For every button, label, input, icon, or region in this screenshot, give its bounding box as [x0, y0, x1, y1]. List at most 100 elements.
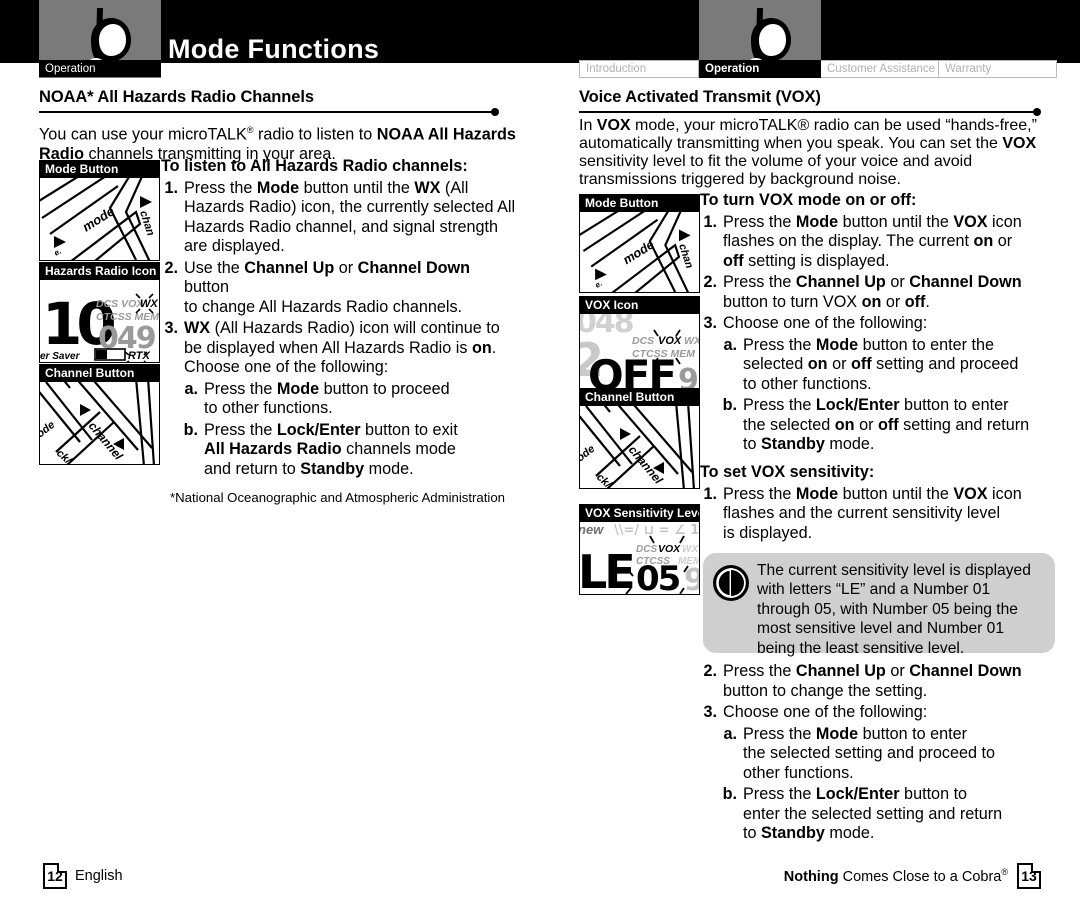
page-number-left: 12: [43, 863, 67, 889]
step-marker: b.: [722, 396, 737, 414]
step-text: Press the Mode button to enter the select…: [743, 724, 995, 782]
right-steps-group-2: 1. Press the Mode button until the VOX ic…: [700, 485, 1055, 544]
svg-text:new: new: [580, 522, 604, 537]
step-marker: 3.: [164, 319, 178, 337]
tagline-bold: Nothing: [783, 868, 839, 885]
footer-left: 12 English: [43, 863, 123, 889]
right-substeps-group-1: a. Press the Mode button to enter the sele…: [700, 336, 1055, 455]
left-instructions-block: To listen to All Hazards Radio channels:…: [161, 157, 518, 479]
page-title: Mode Functions: [168, 34, 380, 64]
step-text: Press the Mode button until the VOX icon…: [723, 212, 1022, 270]
right-subhead-1: To turn VOX mode on or off:: [700, 191, 917, 209]
step-text: Press the Lock/Enter button to enter the …: [743, 785, 1003, 842]
step-marker: 2.: [164, 258, 178, 277]
lcd-wx: WX: [140, 298, 158, 310]
step-item: a. Press the Mode button to proceed to oth…: [183, 380, 518, 419]
section-tab-operation-left[interactable]: Operation: [39, 60, 161, 77]
right-steps-group-1: 1. Press the Mode button until the VOX ic…: [700, 213, 1055, 334]
note-callout: The current sensitivity level is display…: [703, 553, 1055, 657]
figure-art-mode-button: mode chan e.: [580, 212, 699, 292]
section-tabs: Introduction Operation Customer Assistan…: [579, 60, 1057, 78]
manual-page-spread: Mode Functions Operation Introduction Op…: [0, 0, 1080, 913]
intro-text-2: radio to listen to: [253, 125, 377, 144]
left-lettered-substeps: a. Press the Mode button to proceed to oth…: [161, 380, 518, 480]
right-vox-onoff-block: To turn VOX mode on or off: 1. Press the …: [700, 191, 1055, 455]
step-item: a. Press the Mode button to enter the sele…: [722, 336, 1055, 395]
lcd-row1: DCS: [632, 335, 654, 347]
step-text: Press the Mode button to enter the select…: [743, 335, 1019, 393]
footer-language: English: [75, 868, 123, 884]
lcd-vox: VOX: [658, 335, 682, 347]
step-marker: 1.: [703, 484, 717, 503]
page-footer: 12 English Nothing Comes Close to a Cobr…: [0, 853, 1080, 913]
step-item: 2. Press the Channel Up or Channel Down bu…: [700, 273, 1055, 312]
lcd-row1: DCS: [636, 544, 657, 555]
figure-hazards-radio-icon: Hazards Radio Icon 10 DCS VOX WX CTCSS M…: [39, 262, 160, 363]
svg-text:WX: WX: [684, 335, 699, 347]
figure-vox-icon: VOX Icon 048 2 DCS VOX WX CTCSS MEM OFF …: [579, 296, 700, 395]
step-marker: 2.: [703, 273, 717, 291]
step-marker: 3.: [703, 314, 717, 332]
right-page-column: Voice Activated Transmit (VOX) In VOX mo…: [579, 88, 1059, 189]
step-text: Press the Mode button until the VOX icon…: [723, 484, 1022, 542]
step-marker: b.: [183, 420, 198, 439]
section-rule: [39, 108, 519, 117]
step-item: 1. Press the Mode button until the WX (Al…: [161, 179, 518, 257]
step-marker: a.: [723, 335, 737, 354]
step-text: Choose one of the following:: [723, 314, 928, 332]
left-subhead: To listen to All Hazards Radio channels:: [161, 157, 468, 175]
page-fold-corner: [1031, 863, 1041, 873]
page-number-right: 13: [1017, 863, 1041, 889]
step-item: 2. Use the Channel Up or Channel Down but…: [161, 259, 518, 318]
lcd-bottom-right: RTX: [128, 350, 150, 362]
footer-right: Nothing Comes Close to a Cobra® 13: [784, 863, 1041, 889]
step-marker: 3.: [703, 703, 717, 721]
right-section-title: Voice Activated Transmit (VOX): [579, 88, 821, 106]
figure-channel-button-left: Channel Button channel ode ck/: [39, 364, 160, 465]
figure-art-lcd-vox: 048 2 DCS VOX WX CTCSS MEM OFF 9: [580, 314, 699, 394]
figure-art-channel-button: channel ode ck/: [40, 382, 159, 464]
step-marker: a.: [184, 379, 198, 398]
step-text: Press the Lock/Enter button to enter the …: [743, 396, 1030, 453]
step-item: 1. Press the Mode button until the VOX ic…: [700, 485, 1055, 544]
figure-caption: VOX Sensitivity Level: [580, 505, 699, 522]
step-item: 3. Choose one of the following:: [700, 703, 1055, 723]
registered-mark: ®: [1001, 867, 1008, 878]
intro-bold-1: NOAA All Hazards: [376, 125, 516, 144]
figure-caption: Mode Button: [580, 195, 699, 212]
tagline-rest: Comes Close to a Cobra: [838, 868, 1002, 885]
tab-warranty[interactable]: Warranty: [939, 60, 1057, 78]
figure-art-lcd-hazards: 10 DCS VOX WX CTCSS MEM 049 er Saver RTX: [40, 280, 159, 362]
step-text: Press the Lock/Enter button to exit All H…: [204, 420, 458, 478]
lcd-small-value: 05: [636, 559, 680, 594]
svg-text:\\=/ ⊔ = ∠ 199/: \\=/ ⊔ = ∠ 199/: [614, 523, 699, 538]
step-item: 3. WX (All Hazards Radio) icon will conti…: [161, 319, 518, 378]
tab-customer-assistance[interactable]: Customer Assistance: [821, 60, 939, 78]
note-text: The current sensitivity level is display…: [757, 562, 1031, 657]
lcd-big-value: LE: [580, 545, 633, 594]
figure-caption: Mode Button: [40, 161, 159, 178]
figure-caption: Hazards Radio Icon: [40, 263, 159, 280]
step-text: Press the Mode button until the WX (All H…: [184, 178, 516, 256]
figure-art-lcd-sensitivity: new \\=/ ⊔ = ∠ 199/ DCS VOX WX CTCSS MEM…: [580, 522, 699, 594]
right-intro-paragraph: In VOX mode, your microTALK® radio can b…: [579, 117, 1037, 189]
lcd-row1: DCS VOX: [96, 298, 144, 310]
right-subhead-2: To set VOX sensitivity:: [700, 463, 875, 481]
intro-text-1: You can use your microTALK: [39, 125, 247, 144]
figure-caption: VOX Icon: [580, 297, 699, 314]
figure-caption: Channel Button: [40, 365, 159, 382]
page-fold-corner: [57, 863, 67, 873]
figure-channel-button-right: Channel Button channel ode ck/: [579, 388, 700, 489]
tab-operation[interactable]: Operation: [699, 60, 821, 78]
step-item: b. Press the Lock/Enter button to exit All…: [183, 421, 518, 480]
figure-mode-button-right: Mode Button mode chan e.: [579, 194, 700, 293]
figure-art-mode-button: mode chan e.: [40, 178, 159, 260]
step-item: b. Press the Lock/Enter button to enter th…: [722, 785, 1055, 844]
lcd-bottom-left: er Saver: [40, 351, 81, 362]
step-item: 1. Press the Mode button until the VOX ic…: [700, 213, 1055, 272]
info-circle-icon: [713, 565, 749, 601]
left-numbered-steps: 1. Press the Mode button until the WX (Al…: [161, 179, 518, 378]
tab-introduction[interactable]: Introduction: [579, 60, 699, 78]
header-black-bar: [0, 0, 1080, 63]
svg-text:WX: WX: [682, 544, 699, 555]
